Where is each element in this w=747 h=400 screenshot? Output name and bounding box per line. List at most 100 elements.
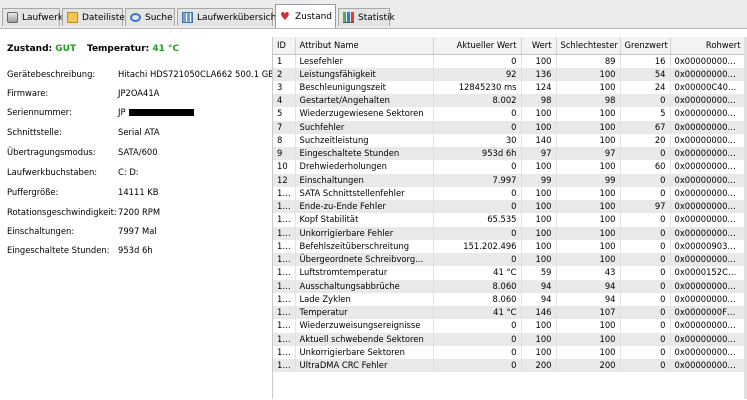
cell-current-value: 30 (433, 133, 522, 147)
cell-id: 193 (273, 292, 296, 306)
table-row[interactable]: 193 Lade Zyklen 8.060 94 94 0 0x000000001F7C (273, 292, 746, 306)
table-row[interactable]: 8 Suchzeitleistung 30 140 100 20 0x00000000001… (273, 133, 746, 147)
cell-id: 10 (273, 160, 296, 174)
table-row[interactable]: 2 Leistungsfähigkeit 92 136 100 54 0x000000000… (273, 67, 746, 81)
table-row[interactable]: 188 Befehlszeitüberschreitung 151.202.496 1… (273, 239, 746, 253)
cell-worst: 98 (556, 94, 621, 108)
tab-laufwerk-c[interactable]: Laufwerk C: (2, 8, 75, 26)
table-row[interactable]: 198 Unkorrigierbare Sektoren 0 100 100 0 0x000… (273, 345, 746, 359)
cell-threshold: 0 (620, 253, 671, 267)
table-row[interactable]: 197 Aktuell schwebende Sektoren 0 100 100 0 0x… (273, 332, 746, 346)
cell-threshold: 0 (620, 332, 671, 346)
cell-worst: 100 (556, 213, 621, 227)
rotation-speed-value: 7200 RPM (118, 207, 161, 217)
tab-zustand[interactable]: Zustand (275, 4, 336, 28)
cell-id: 2 (273, 67, 296, 81)
cell-value: 100 (521, 239, 557, 253)
column-header-value[interactable]: Wert (521, 37, 557, 55)
cell-threshold: 0 (620, 186, 671, 200)
table-row[interactable]: 7 Suchfehler 0 100 100 67 0x000000000000 (273, 120, 746, 134)
cell-id: 192 (273, 279, 296, 293)
table-row[interactable]: 5 Wiederzugewiesene Sektoren 0 100 100 5 0x000… (273, 107, 746, 121)
chart-icon (343, 12, 354, 23)
table-row[interactable]: 9 Eingeschaltete Stunden 953d 6h 97 97 0 0x000… (273, 147, 746, 161)
cell-worst: 97 (556, 147, 621, 161)
cell-current-value: 0 (433, 186, 522, 200)
column-header-worst[interactable]: Schlechtester (556, 37, 621, 55)
cell-raw-value: 0x000000000000 (670, 107, 746, 121)
property-label: Seriennummer: (7, 107, 72, 117)
table-row[interactable]: 187 Unkorrigierbare Fehler 0 100 100 0 0x00000… (273, 226, 746, 240)
table-row[interactable]: 1 Lesefehler 0 100 89 16 0x000000000000 (273, 54, 746, 68)
table-row[interactable]: 184 Ende-zu-Ende Fehler 0 100 100 97 0x0000000… (273, 200, 746, 214)
cell-attribute-name: Unkorrigierbare Fehler (295, 226, 434, 240)
cell-worst: 107 (556, 306, 621, 320)
cell-value: 100 (521, 213, 557, 227)
tab-suche[interactable]: Suche (125, 8, 175, 26)
interface-value: Serial ATA (118, 127, 160, 137)
column-header-raw-value[interactable]: Rohwert (670, 37, 746, 55)
cell-threshold: 0 (620, 306, 671, 320)
cell-attribute-name: Suchzeitleistung (295, 133, 434, 147)
table-row[interactable]: 10 Drehwiederholungen 0 100 100 60 0x000000000… (273, 160, 746, 174)
cell-current-value: 151.202.496 (433, 239, 522, 253)
cell-raw-value: 0x000000001F7C (670, 279, 746, 293)
cell-attribute-name: Suchfehler (295, 120, 434, 134)
transfer-mode-value: SATA/600 (118, 147, 158, 157)
cell-id: 194 (273, 306, 296, 320)
cell-attribute-name: Wiederzuweisungsereignisse (295, 319, 434, 333)
cell-worst: 100 (556, 319, 621, 333)
tab-laufwerkuebersicht[interactable]: Laufwerkübersicht (177, 8, 280, 26)
column-header-attribute-name[interactable]: Attribut Name (295, 37, 434, 55)
cell-threshold: 0 (620, 226, 671, 240)
table-row[interactable]: 192 Ausschaltungsabbrüche 8.060 94 94 0 0x0000… (273, 279, 746, 293)
cell-value: 100 (521, 253, 557, 267)
cell-id: 3 (273, 80, 296, 94)
cell-current-value: 41 °C (433, 306, 522, 320)
serial-number-prefix: JP (118, 107, 126, 117)
drive-letters-value: C: D: (118, 167, 139, 177)
cell-worst: 99 (556, 173, 621, 187)
cell-worst: 100 (556, 133, 621, 147)
cell-current-value: 0 (433, 319, 522, 333)
cell-current-value: 8.060 (433, 279, 522, 293)
cell-attribute-name: Gestartet/Angehalten (295, 94, 434, 108)
table-row[interactable]: 196 Wiederzuweisungsereignisse 0 100 100 0 0x0… (273, 319, 746, 333)
tab-statistik[interactable]: Statistik (338, 8, 395, 26)
firmware-value: JP2OA41A (118, 88, 160, 98)
table-row[interactable]: 190 Luftstromtemperatur 41 °C 59 43 0 0x000015… (273, 266, 746, 280)
column-header-current-value[interactable]: Aktueller Wert (433, 37, 522, 55)
cell-current-value: 0 (433, 120, 522, 134)
cell-id: 7 (273, 120, 296, 134)
table-row[interactable]: 194 Temperatur 41 °C 146 107 0 0x0000000F0029 (273, 306, 746, 320)
cell-worst: 89 (556, 54, 621, 68)
grid-icon (182, 12, 193, 23)
column-header-id[interactable]: ID (273, 37, 296, 55)
table-row[interactable]: 185 Kopf Stabilität 65.535 100 100 0 0x0000000… (273, 213, 746, 227)
cell-attribute-name: Einschaltungen (295, 173, 434, 187)
table-row[interactable]: 3 Beschleunigungszeit 12845230 ms 124 100 24 0… (273, 80, 746, 94)
cell-id: 4 (273, 94, 296, 108)
cell-current-value: 0 (433, 253, 522, 267)
table-row[interactable]: 189 Übergeordnete Schreibvorg... 0 100 100 0 0… (273, 253, 746, 267)
cell-current-value: 65.535 (433, 213, 522, 227)
cell-threshold: 54 (620, 67, 671, 81)
cell-current-value: 7.997 (433, 173, 522, 187)
device-description-value: Hitachi HDS721050CLA662 500.1 GB (118, 69, 274, 79)
cell-raw-value: 0x00000000005C (670, 67, 746, 81)
table-row[interactable]: 12 Einschaltungen 7.997 99 99 0 0x000000001F3D (273, 173, 746, 187)
cell-threshold: 0 (620, 266, 671, 280)
cell-current-value: 8.060 (433, 292, 522, 306)
cell-attribute-name: Aktuell schwebende Sektoren (295, 332, 434, 346)
column-header-threshold[interactable]: Grenzwert (620, 37, 671, 55)
tab-label: Laufwerkübersicht (197, 12, 280, 23)
tab-dateiliste[interactable]: Dateiliste (62, 8, 125, 26)
property-label: Gerätebeschreibung: (7, 69, 96, 79)
cell-threshold: 24 (620, 80, 671, 94)
table-row[interactable]: 199 UltraDMA CRC Fehler 0 200 200 0 0x00000000… (273, 359, 746, 373)
table-header-row: ID Attribut Name Aktueller Wert Wert Sch… (273, 37, 746, 55)
table-row[interactable]: 183 SATA Schnittstellenfehler 0 100 100 0 0x00… (273, 186, 746, 200)
cell-value: 59 (521, 266, 557, 280)
table-row[interactable]: 4 Gestartet/Angehalten 8.002 98 98 0 0x0000000… (273, 94, 746, 108)
cell-id: 187 (273, 226, 296, 240)
